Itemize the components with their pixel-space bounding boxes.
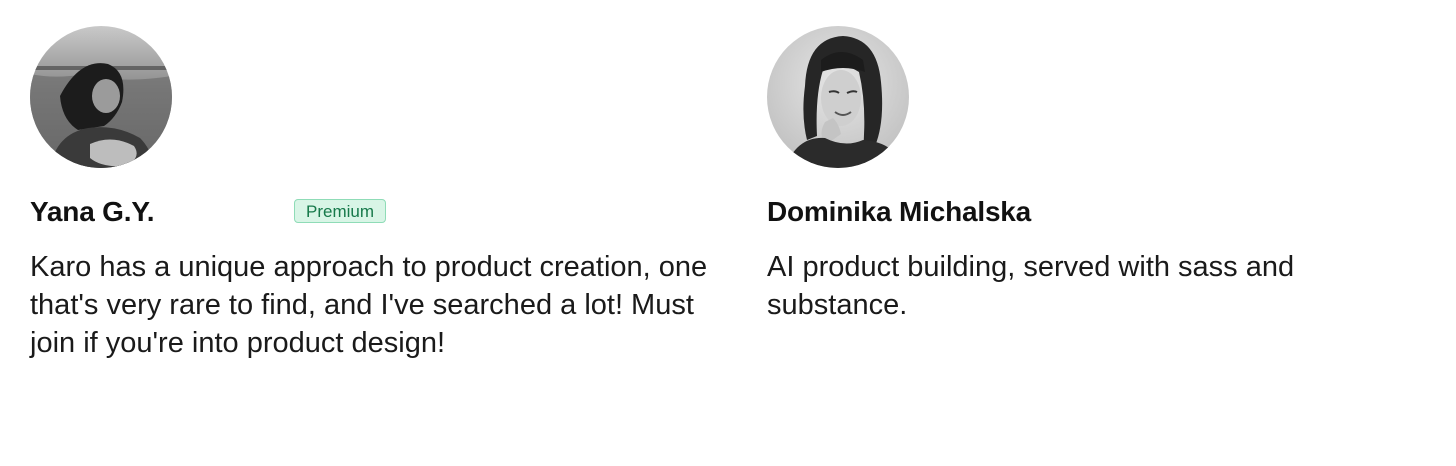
avatar-photo-icon: [30, 26, 172, 168]
avatar: [767, 26, 909, 168]
testimonial-card: Dominika Michalska AI product building, …: [767, 26, 1427, 324]
testimonial-card: Yana G.Y. Premium Karo has a unique appr…: [30, 26, 710, 362]
premium-badge: Premium: [294, 199, 387, 223]
testimonial-quote: AI product building, served with sass an…: [767, 251, 1295, 321]
avatar: [30, 26, 172, 168]
avatar-photo-icon: [767, 26, 909, 168]
author-name: Dominika Michalska: [767, 196, 1032, 227]
testimonial-quote: Karo has a unique approach to product cr…: [30, 251, 708, 359]
